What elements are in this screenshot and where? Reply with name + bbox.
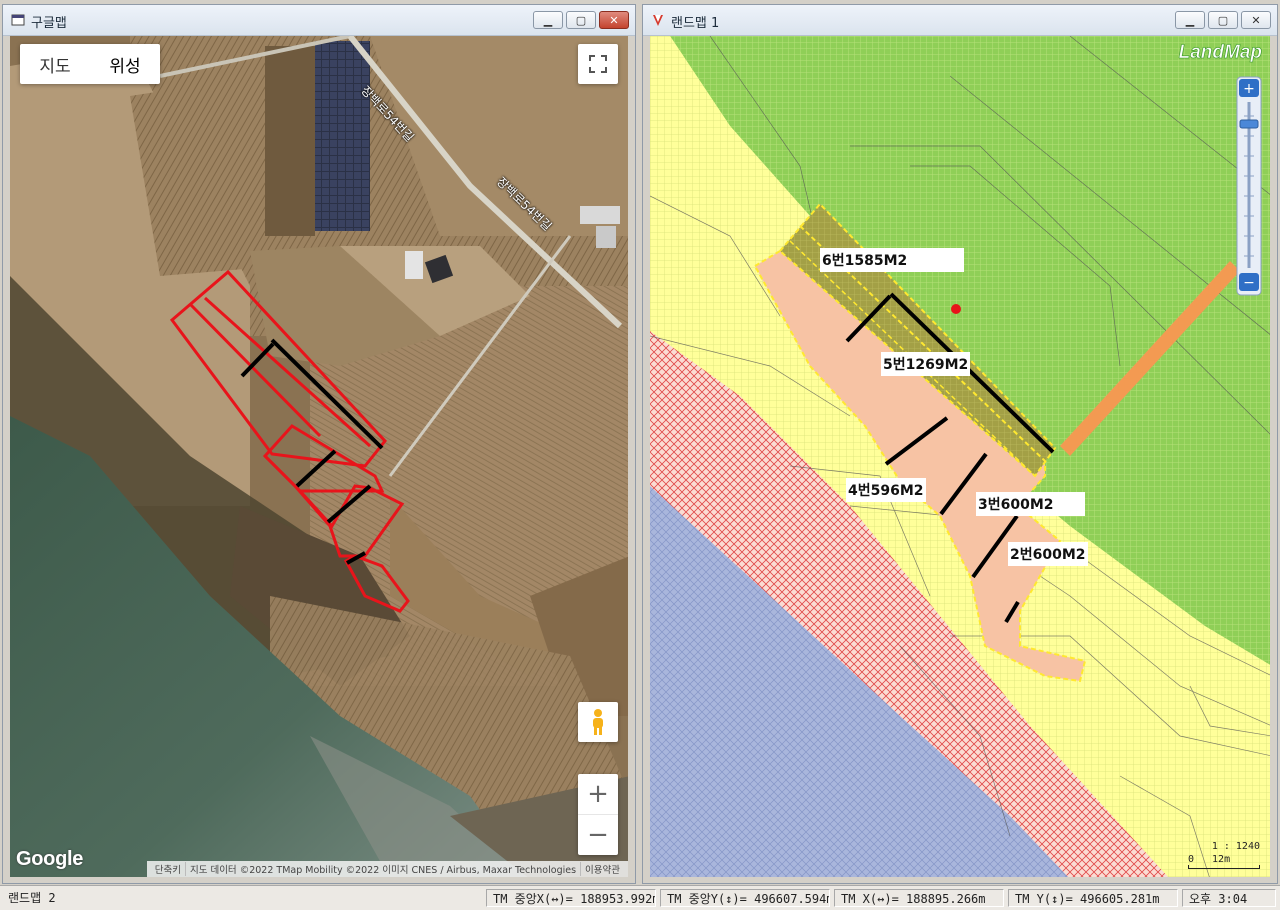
landmap-app-icon — [653, 15, 663, 26]
status-app-name: 랜드맵 2 — [8, 891, 56, 905]
minimize-button[interactable]: ▁ — [533, 11, 563, 29]
fullscreen-icon — [589, 55, 607, 73]
window-title: 구글맵 — [31, 16, 67, 31]
keyboard-shortcuts-link[interactable]: 단축키 — [151, 862, 185, 876]
map-type-map[interactable]: 지도 — [20, 44, 90, 84]
satellite-imagery — [10, 36, 628, 877]
fullscreen-button[interactable] — [578, 44, 618, 84]
location-marker — [951, 304, 961, 314]
map-data-attribution: 지도 데이터 ©2022 TMap Mobility ©2022 이미지 CNE… — [184, 862, 580, 876]
parcel-label-4: 4번596M2 — [846, 478, 926, 502]
status-tm-x: TM X(↔)= 188895.266m — [834, 889, 1004, 907]
pegman-icon — [593, 709, 603, 735]
google-window-titlebar[interactable]: 구글맵 ▁ ▢ ✕ — [3, 5, 635, 36]
zoom-control: + − — [578, 774, 618, 855]
status-tm-center-y: TM 중앙Y(↕)= 496607.594m — [660, 889, 830, 907]
parcel-label-3: 3번600M2 — [976, 492, 1085, 516]
terms-link[interactable]: 이용약관 — [580, 862, 624, 876]
maximize-button[interactable]: ▢ — [1208, 11, 1238, 29]
landmap-window-titlebar[interactable]: 랜드맵 1 ▁ ▢ ✕ — [643, 5, 1277, 36]
status-tm-y: TM Y(↕)= 496605.281m — [1008, 889, 1178, 907]
zoom-in-button[interactable]: + — [578, 775, 618, 815]
landmap-logo: LandMap — [1178, 42, 1262, 64]
maximize-button[interactable]: ▢ — [566, 11, 596, 29]
google-map-window: 구글맵 ▁ ▢ ✕ 지도 위성 장백로54번길 장백로54번길 + − Goog… — [2, 4, 636, 884]
google-logo: Google — [16, 848, 84, 870]
zoom-out-button[interactable]: − — [578, 815, 618, 855]
svg-text:+: + — [1243, 81, 1255, 97]
minimize-button[interactable]: ▁ — [1175, 11, 1205, 29]
scale-bar: 1 : 1240 0 12m — [1188, 841, 1260, 869]
scale-ratio: 1 : 1240 — [1211, 841, 1260, 852]
window-title: 랜드맵 1 — [671, 16, 720, 31]
svg-text:−: − — [1243, 275, 1255, 291]
cadastral-map[interactable]: LandMap 6번1585M2 5번1269M2 4번596M2 3번600M… — [650, 36, 1270, 877]
status-clock: 오후 3:04 — [1182, 889, 1276, 907]
scale-zero: 0 — [1188, 854, 1195, 865]
parcel-label-2: 2번600M2 — [1008, 542, 1088, 566]
zoom-slider[interactable]: + − — [1236, 76, 1262, 296]
parcel-label-5: 5번1269M2 — [881, 352, 971, 376]
street-view-pegman[interactable] — [578, 702, 618, 742]
attribution-bar: 단축키 지도 데이터 ©2022 TMap Mobility ©2022 이미지… — [146, 861, 628, 877]
status-bar: 랜드맵 2 TM 중앙X(↔)= 188953.992m TM 중앙Y(↕)= … — [0, 885, 1280, 910]
map-type-selector: 지도 위성 — [20, 44, 160, 84]
zoning-map — [650, 36, 1270, 877]
satellite-map[interactable]: 지도 위성 장백로54번길 장백로54번길 + − Google 단축키 지도 … — [10, 36, 628, 877]
app-icon — [11, 14, 25, 26]
status-tm-center-x: TM 중앙X(↔)= 188953.992m — [486, 889, 656, 907]
parcel-label-6: 6번1585M2 — [820, 248, 964, 272]
map-type-satellite[interactable]: 위성 — [90, 44, 160, 84]
close-button[interactable]: ✕ — [1241, 11, 1271, 29]
scale-distance: 12m — [1212, 854, 1231, 865]
close-button[interactable]: ✕ — [599, 11, 629, 29]
landmap-window: 랜드맵 1 ▁ ▢ ✕ LandMap 6번1585M2 5번1269M2 4번… — [642, 4, 1278, 884]
